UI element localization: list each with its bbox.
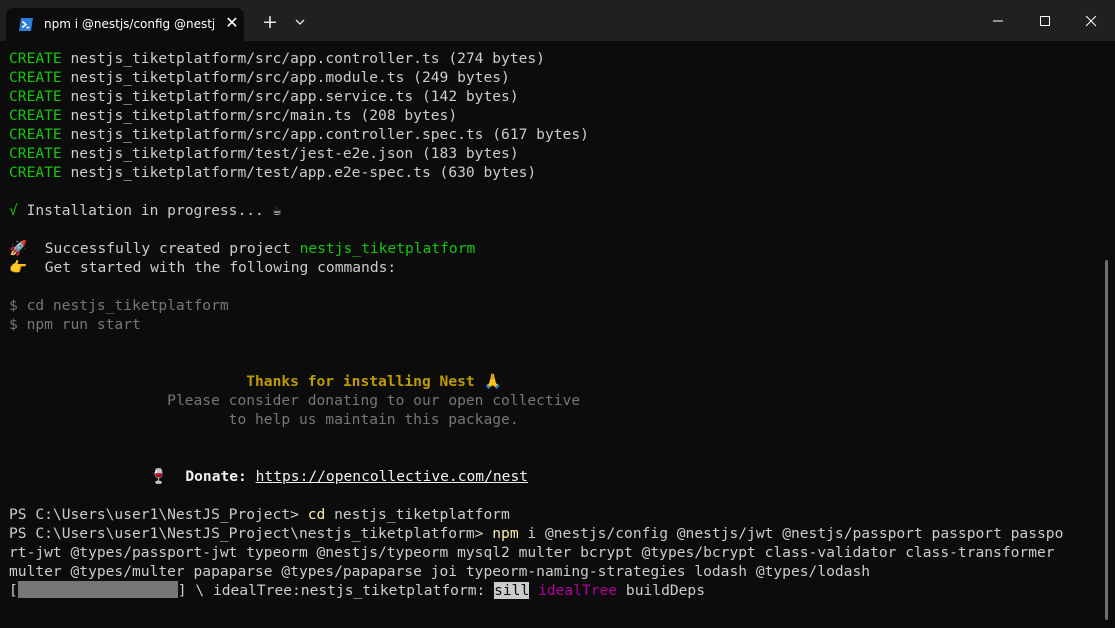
check-icon: √: [9, 202, 18, 219]
command-hint-cd: $ cd nestjs_tiketplatform: [9, 297, 229, 314]
progress-bar: [17, 581, 178, 598]
prompt-line-2-wrap-2: multer @types/multer papaparse @types/pa…: [9, 563, 871, 580]
create-label: CREATE: [9, 164, 62, 181]
tab-title: npm i @nestjs/config @nestjs/jwt: [44, 17, 214, 31]
create-label: CREATE: [9, 88, 62, 105]
create-label: CREATE: [9, 145, 62, 162]
minimize-icon: [993, 20, 1003, 22]
title-bar: npm i @nestjs/config @nestjs/jwt ✕ +: [0, 0, 1115, 41]
create-line: CREATE nestjs_tiketplatform/src/app.cont…: [9, 50, 545, 67]
get-started-message: 👉 Get started with the following command…: [9, 259, 397, 276]
create-line: CREATE nestjs_tiketplatform/test/app.e2e…: [9, 164, 537, 181]
donate-link[interactable]: https://opencollective.com/nest: [256, 468, 528, 485]
terminal-output[interactable]: CREATE nestjs_tiketplatform/src/app.cont…: [9, 49, 1099, 619]
maximize-button[interactable]: [1032, 8, 1058, 34]
pointing-hand-icon: 👉: [9, 259, 28, 276]
create-line: CREATE nestjs_tiketplatform/src/main.ts …: [9, 107, 458, 124]
close-tab-icon[interactable]: ✕: [223, 14, 241, 32]
prompt-line-2: PS C:\Users\user1\NestJS_Project\nestjs_…: [9, 525, 1064, 542]
new-tab-button[interactable]: +: [259, 11, 281, 33]
powershell-icon: [19, 18, 33, 31]
maximize-icon: [1040, 16, 1050, 26]
thanks-message: Thanks for installing Nest 🙏: [246, 373, 502, 390]
create-line: CREATE nestjs_tiketplatform/src/app.cont…: [9, 126, 589, 143]
donate-line-1: Please consider donating to our open col…: [167, 392, 581, 409]
create-label: CREATE: [9, 126, 62, 143]
create-label: CREATE: [9, 107, 62, 124]
donate-row: 🍷 Donate: https://opencollective.com/nes…: [9, 467, 1099, 486]
scrollbar[interactable]: [1105, 260, 1108, 620]
terminal-window: npm i @nestjs/config @nestjs/jwt ✕ + CRE…: [0, 0, 1115, 628]
donate-line-2: to help us maintain this package.: [228, 411, 519, 428]
tab-npm-install[interactable]: npm i @nestjs/config @nestjs/jwt ✕: [6, 8, 244, 41]
donate-label: Donate:: [185, 468, 256, 485]
create-label: CREATE: [9, 50, 62, 67]
create-line: CREATE nestjs_tiketplatform/src/app.serv…: [9, 88, 519, 105]
prompt-line-2-wrap-1: rt-jwt @types/passport-jwt typeorm @nest…: [9, 544, 1055, 561]
chevron-down-icon[interactable]: [290, 12, 310, 32]
create-label: CREATE: [9, 69, 62, 86]
create-line: CREATE nestjs_tiketplatform/test/jest-e2…: [9, 145, 519, 162]
install-status: √ Installation in progress... ☕: [9, 202, 282, 219]
rocket-icon: 🚀: [9, 240, 28, 257]
close-window-button[interactable]: [1078, 8, 1104, 34]
minimize-button[interactable]: [985, 8, 1011, 34]
npm-progress-line: [] \ idealTree:nestjs_tiketplatform: sil…: [9, 581, 706, 599]
project-name: nestjs_tiketplatform: [299, 240, 476, 257]
close-icon: [1085, 15, 1097, 27]
command-hint-start: $ npm run start: [9, 316, 141, 333]
log-level-badge: sill: [494, 582, 530, 599]
prompt-line-1: PS C:\Users\user1\NestJS_Project> cd nes…: [9, 506, 510, 523]
success-message: 🚀 Successfully created project nestjs_ti…: [9, 240, 476, 257]
create-line: CREATE nestjs_tiketplatform/src/app.modu…: [9, 69, 510, 86]
wine-glass-icon: 🍷: [149, 468, 168, 485]
